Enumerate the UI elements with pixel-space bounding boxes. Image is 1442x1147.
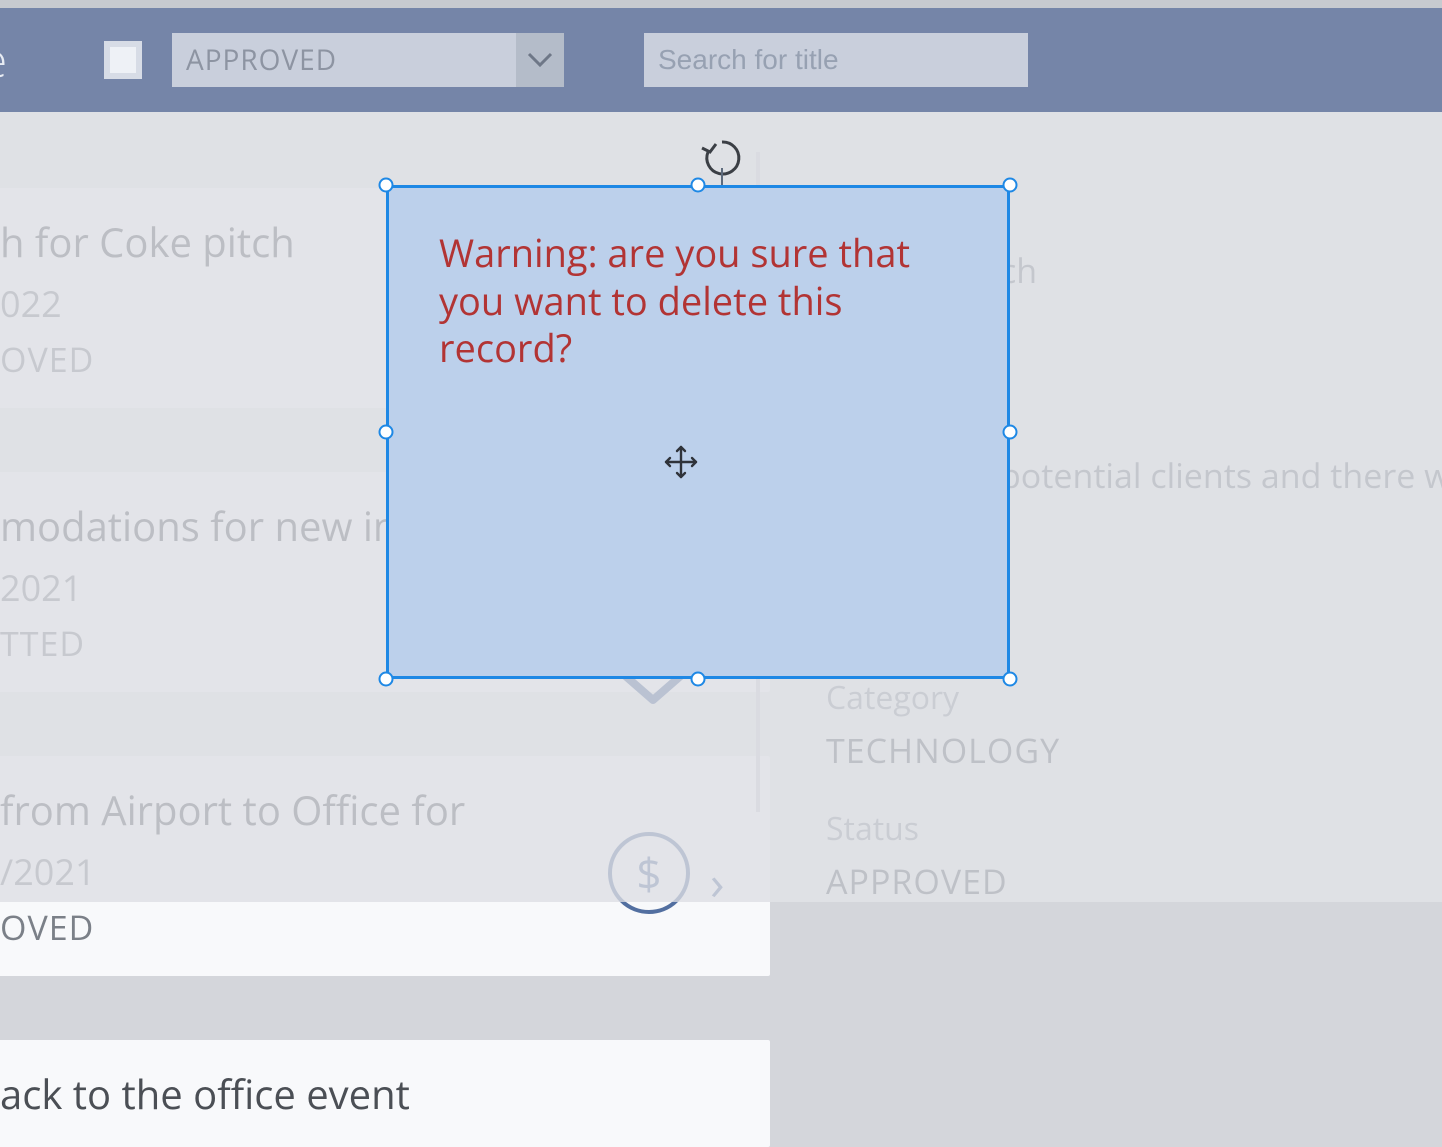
resize-handle-middle-left[interactable] <box>379 425 394 440</box>
card-title: from Airport to Office for <box>0 782 746 837</box>
category-value: TECHNOLOGY <box>826 727 1060 773</box>
resize-handle-top-right[interactable] <box>1003 178 1018 193</box>
list-item[interactable]: ack to the office event <box>0 1040 770 1147</box>
checkbox-inner <box>110 47 136 73</box>
resize-handle-bottom-left[interactable] <box>379 672 394 687</box>
move-cursor-icon <box>663 444 699 485</box>
dollar-icon: $ <box>636 843 661 903</box>
page-title-fragment: se <box>0 29 20 91</box>
resize-handle-bottom-right[interactable] <box>1003 672 1018 687</box>
resize-handle-bottom-middle[interactable] <box>691 672 706 687</box>
status-filter-dropdown[interactable]: APPROVED <box>172 33 564 87</box>
record-details-panel: Category TECHNOLOGY Status APPROVED <box>826 670 1060 904</box>
resize-handle-middle-right[interactable] <box>1003 425 1018 440</box>
status-label: Status <box>826 807 1060 850</box>
next-arrow-icon[interactable]: › <box>710 850 724 915</box>
dropdown-selected-value: APPROVED <box>172 41 516 79</box>
warning-dialog[interactable]: Warning: are you sure that you want to d… <box>386 185 1010 679</box>
resize-handle-top-left[interactable] <box>379 178 394 193</box>
detail-text-fragment: potential clients and there were 6 of u <box>1000 452 1442 498</box>
chevron-down-icon <box>516 33 564 87</box>
status-value: APPROVED <box>826 858 1060 904</box>
window-top-border <box>0 0 1442 8</box>
warning-dialog-text: Warning: are you sure that you want to d… <box>389 188 1007 373</box>
search-input[interactable] <box>644 33 1028 87</box>
rotate-handle-connector <box>721 168 723 186</box>
app-header: se APPROVED <box>0 8 1442 112</box>
resize-handle-top-middle[interactable] <box>691 178 706 193</box>
filter-checkbox[interactable] <box>104 41 142 79</box>
card-title: ack to the office event <box>0 1066 746 1121</box>
category-label: Category <box>826 676 1060 719</box>
